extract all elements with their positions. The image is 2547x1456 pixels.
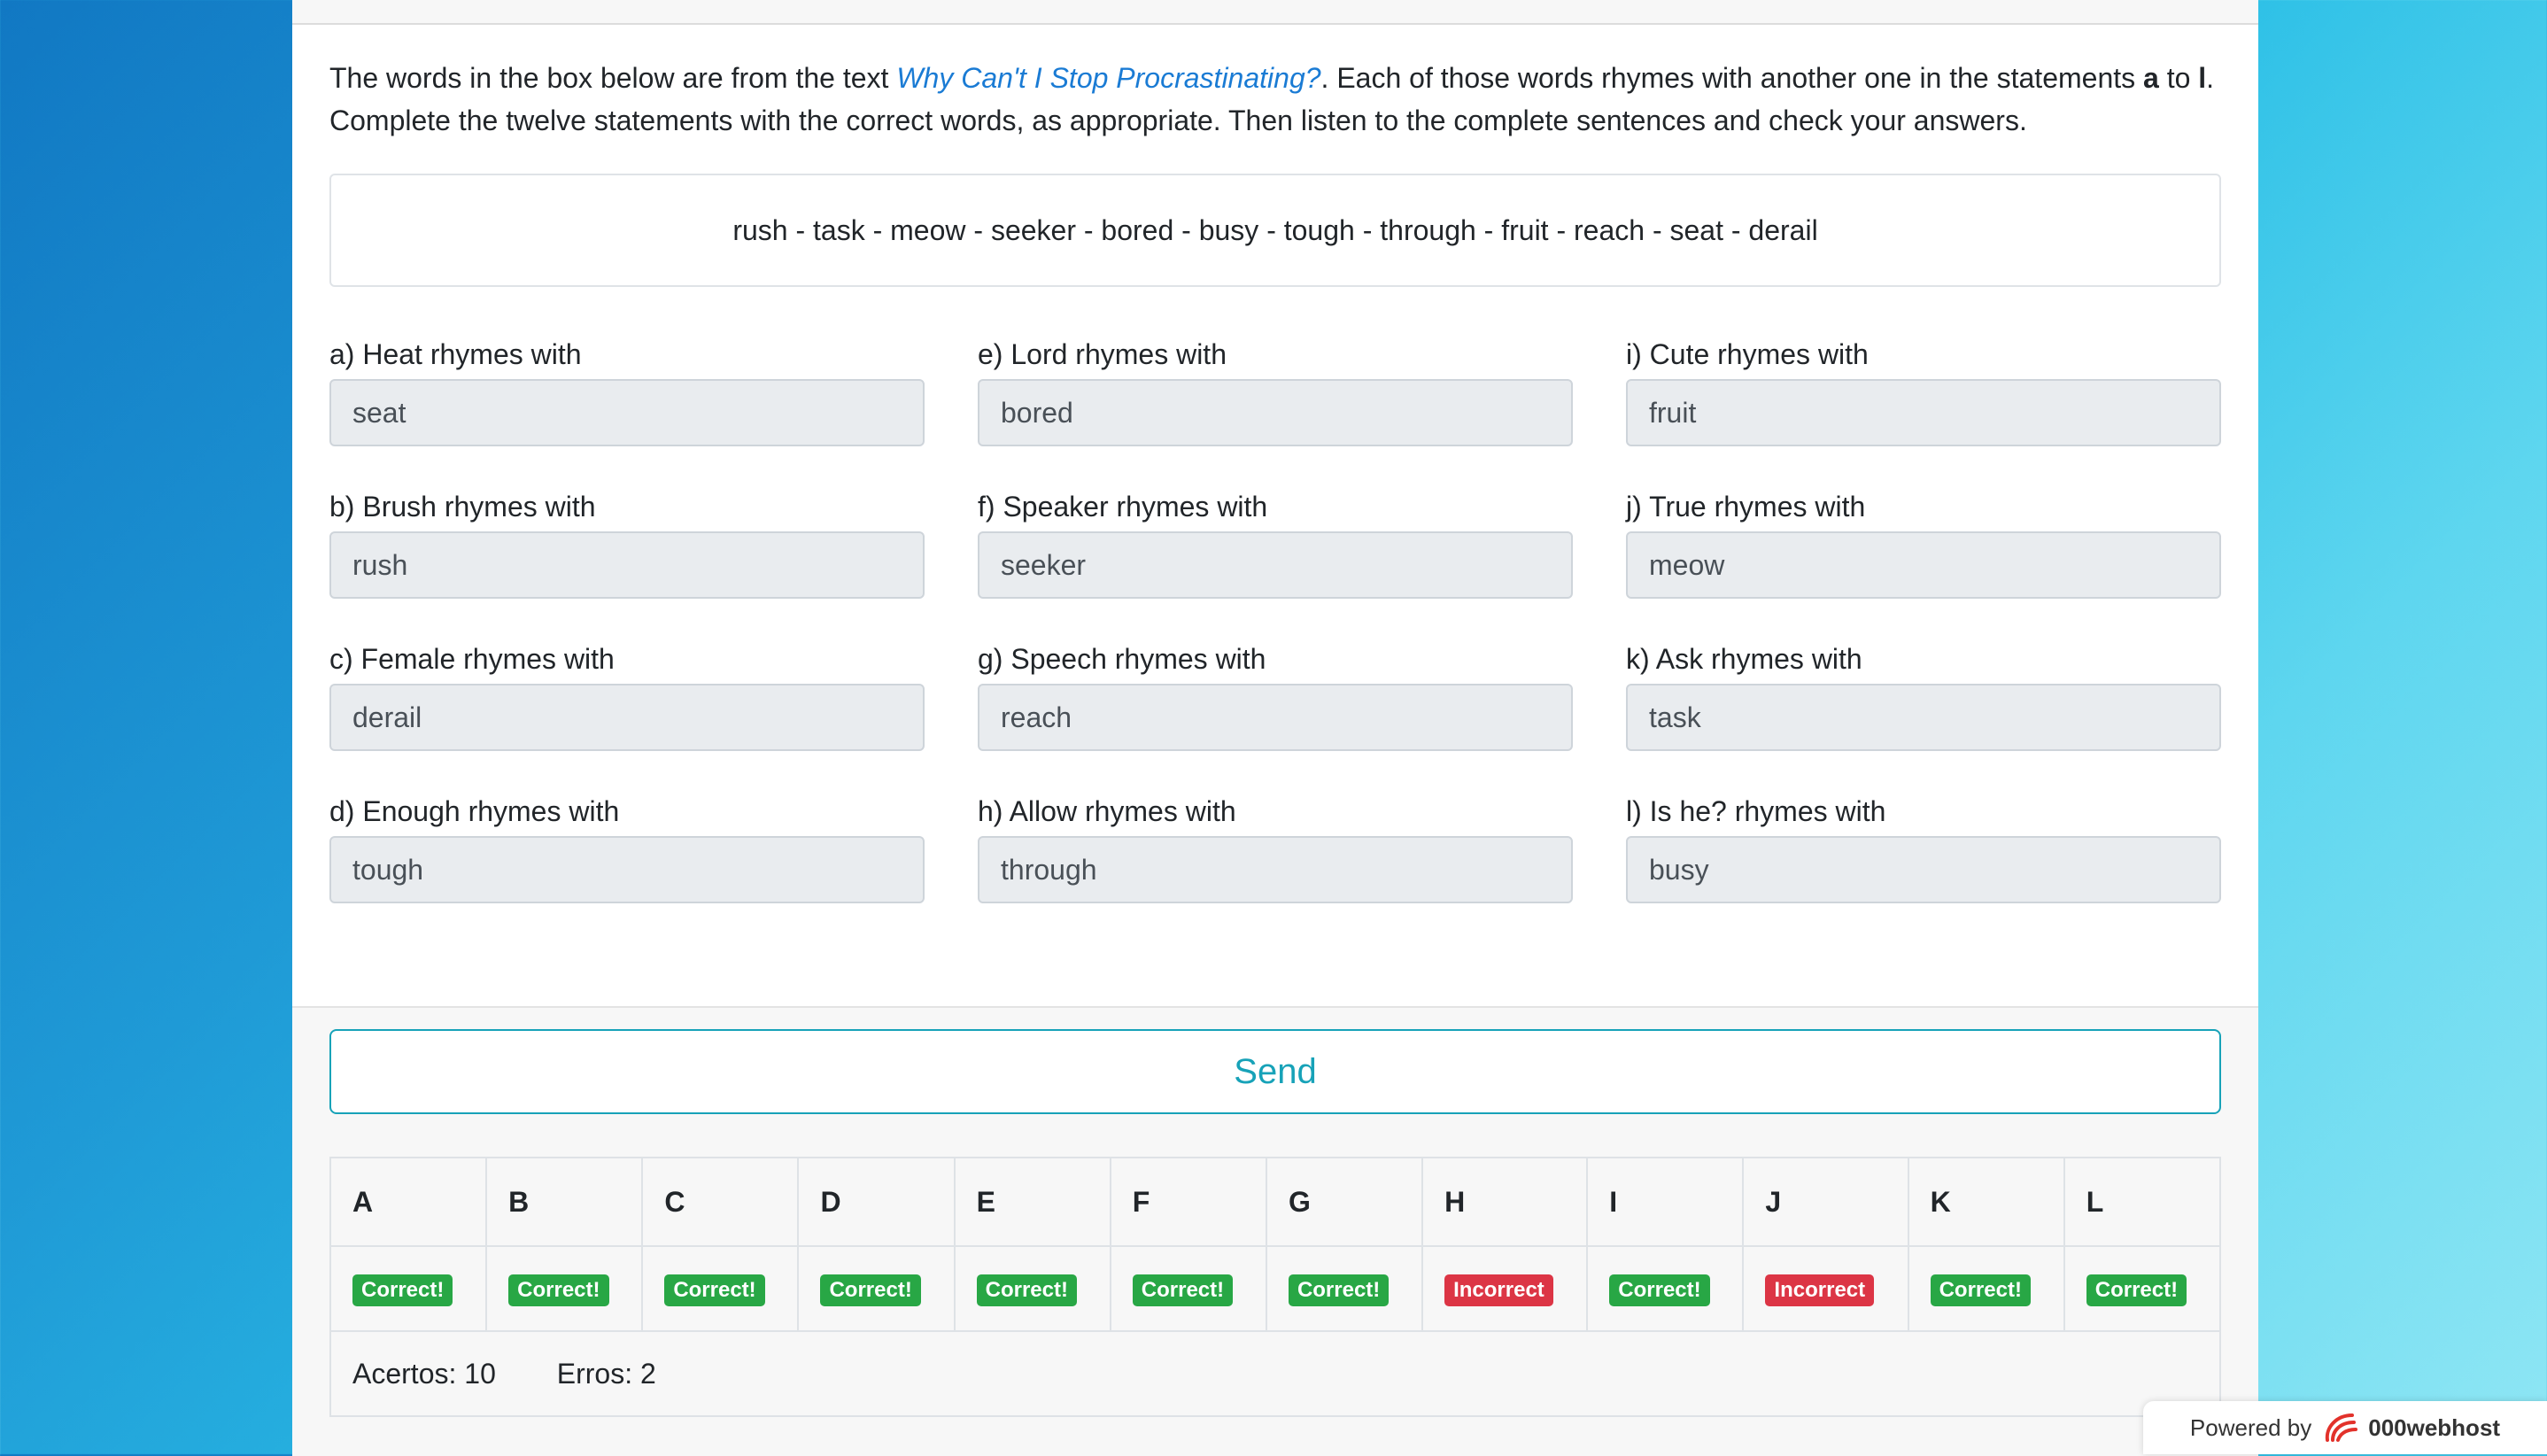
status-badge: Correct! <box>976 1274 1077 1306</box>
col-header: B <box>485 1157 644 1247</box>
answer-input[interactable]: seat <box>329 379 925 446</box>
instructions-text-2: . Each of those words rhymes with anothe… <box>1320 62 2144 94</box>
status-badge: Correct! <box>352 1274 453 1306</box>
results-table: A B C D E F G H I J K L Correct! Correct… <box>329 1157 2222 1417</box>
webhost-swirl-icon <box>2326 1413 2358 1442</box>
field-h: h) Allow rhymes with through <box>978 792 1573 903</box>
field-l: l) Is he? rhymes with busy <box>1626 792 2221 903</box>
col-header: G <box>1265 1157 1424 1247</box>
text-link[interactable]: Why Can't I Stop Procrastinating? <box>896 62 1320 94</box>
col-header: E <box>953 1157 1111 1247</box>
instructions: The words in the box below are from the … <box>329 57 2225 142</box>
status-cell: Correct! <box>1586 1245 1745 1332</box>
field-label: b) Brush rhymes with <box>329 491 596 523</box>
status-badge: Correct! <box>1609 1274 1710 1306</box>
powered-by-badge[interactable]: Powered by 000webhost <box>2143 1401 2547 1454</box>
results-status-row: Correct! Correct! Correct! Correct! Corr… <box>329 1245 2222 1332</box>
field-j: j) True rhymes with meow <box>1626 487 2221 599</box>
erros-count: Erros: 2 <box>556 1357 656 1390</box>
top-divider <box>292 0 2258 25</box>
field-label: f) Speaker rhymes with <box>978 491 1268 523</box>
status-cell: Correct! <box>1907 1245 2065 1332</box>
answer-input[interactable]: bored <box>978 379 1573 446</box>
instructions-text-1: The words in the box below are from the … <box>329 62 897 94</box>
status-badge: Correct! <box>2086 1274 2187 1306</box>
col-header: L <box>2063 1157 2222 1247</box>
answer-input[interactable]: fruit <box>1626 379 2221 446</box>
field-label: a) Heat rhymes with <box>329 338 582 370</box>
powered-by-label: Powered by <box>2189 1413 2312 1441</box>
field-label: k) Ask rhymes with <box>1626 643 1862 675</box>
webhost-logo: 000webhost <box>2322 1410 2500 1445</box>
field-label: l) Is he? rhymes with <box>1626 795 1886 827</box>
status-cell: Correct! <box>1265 1245 1424 1332</box>
field-b: b) Brush rhymes with rush <box>329 487 925 599</box>
answer-input[interactable]: busy <box>1626 836 2221 903</box>
field-label: i) Cute rhymes with <box>1626 338 1869 370</box>
status-cell: Correct! <box>797 1245 956 1332</box>
field-label: j) True rhymes with <box>1626 491 1866 523</box>
answer-input[interactable]: seeker <box>978 531 1573 599</box>
letter-l: l <box>2198 62 2207 94</box>
status-cell: Incorrect <box>1421 1245 1589 1332</box>
status-badge: Correct! <box>1288 1274 1390 1306</box>
field-label: e) Lord rhymes with <box>978 338 1227 370</box>
col-header: C <box>641 1157 800 1247</box>
field-label: d) Enough rhymes with <box>329 795 620 827</box>
field-k: k) Ask rhymes with task <box>1626 639 2221 751</box>
col-header: J <box>1742 1157 1909 1247</box>
status-badge: Correct! <box>508 1274 609 1306</box>
score-row: Acertos: 10 Erros: 2 <box>329 1330 2221 1417</box>
status-badge: Incorrect <box>1444 1274 1553 1306</box>
field-c: c) Female rhymes with derail <box>329 639 925 751</box>
col-header: I <box>1586 1157 1745 1247</box>
field-d: d) Enough rhymes with tough <box>329 792 925 903</box>
answer-input[interactable]: reach <box>978 684 1573 751</box>
status-cell: Correct! <box>641 1245 800 1332</box>
letter-a: a <box>2143 62 2159 94</box>
status-cell: Correct! <box>485 1245 644 1332</box>
answer-input[interactable]: meow <box>1626 531 2221 599</box>
answer-input[interactable]: tough <box>329 836 925 903</box>
field-f: f) Speaker rhymes with seeker <box>978 487 1573 599</box>
webhost-brand: 000webhost <box>2368 1413 2501 1441</box>
field-i: i) Cute rhymes with fruit <box>1626 335 2221 446</box>
field-g: g) Speech rhymes with reach <box>978 639 1573 751</box>
field-a: a) Heat rhymes with seat <box>329 335 925 446</box>
status-cell: Correct! <box>329 1245 488 1332</box>
answer-input[interactable]: derail <box>329 684 925 751</box>
status-badge: Correct! <box>664 1274 765 1306</box>
score-cell: Acertos: 10 Erros: 2 <box>329 1330 2221 1417</box>
col-header: D <box>797 1157 956 1247</box>
col-header: K <box>1907 1157 2065 1247</box>
status-badge: Correct! <box>1132 1274 1234 1306</box>
acertos-count: Acertos: 10 <box>352 1357 496 1390</box>
status-badge: Correct! <box>820 1274 921 1306</box>
field-label: h) Allow rhymes with <box>978 795 1236 827</box>
status-cell: Correct! <box>1109 1245 1267 1332</box>
answer-input[interactable]: task <box>1626 684 2221 751</box>
answer-input[interactable]: through <box>978 836 1573 903</box>
status-cell: Correct! <box>2063 1245 2222 1332</box>
status-cell: Correct! <box>953 1245 1111 1332</box>
status-cell: Incorrect <box>1742 1245 1909 1332</box>
answer-input[interactable]: rush <box>329 531 925 599</box>
col-header: F <box>1109 1157 1267 1247</box>
send-button[interactable]: Send <box>329 1029 2221 1114</box>
field-label: g) Speech rhymes with <box>978 643 1266 675</box>
field-e: e) Lord rhymes with bored <box>978 335 1573 446</box>
word-box: rush - task - meow - seeker - bored - bu… <box>329 174 2221 287</box>
status-badge: Incorrect <box>1765 1274 1875 1306</box>
status-badge: Correct! <box>1930 1274 2031 1306</box>
instructions-to: to <box>2158 62 2199 94</box>
col-header: A <box>329 1157 488 1247</box>
col-header: H <box>1421 1157 1589 1247</box>
field-label: c) Female rhymes with <box>329 643 615 675</box>
main-card: The words in the box below are from the … <box>292 0 2258 1456</box>
results-header-row: A B C D E F G H I J K L <box>329 1157 2222 1247</box>
